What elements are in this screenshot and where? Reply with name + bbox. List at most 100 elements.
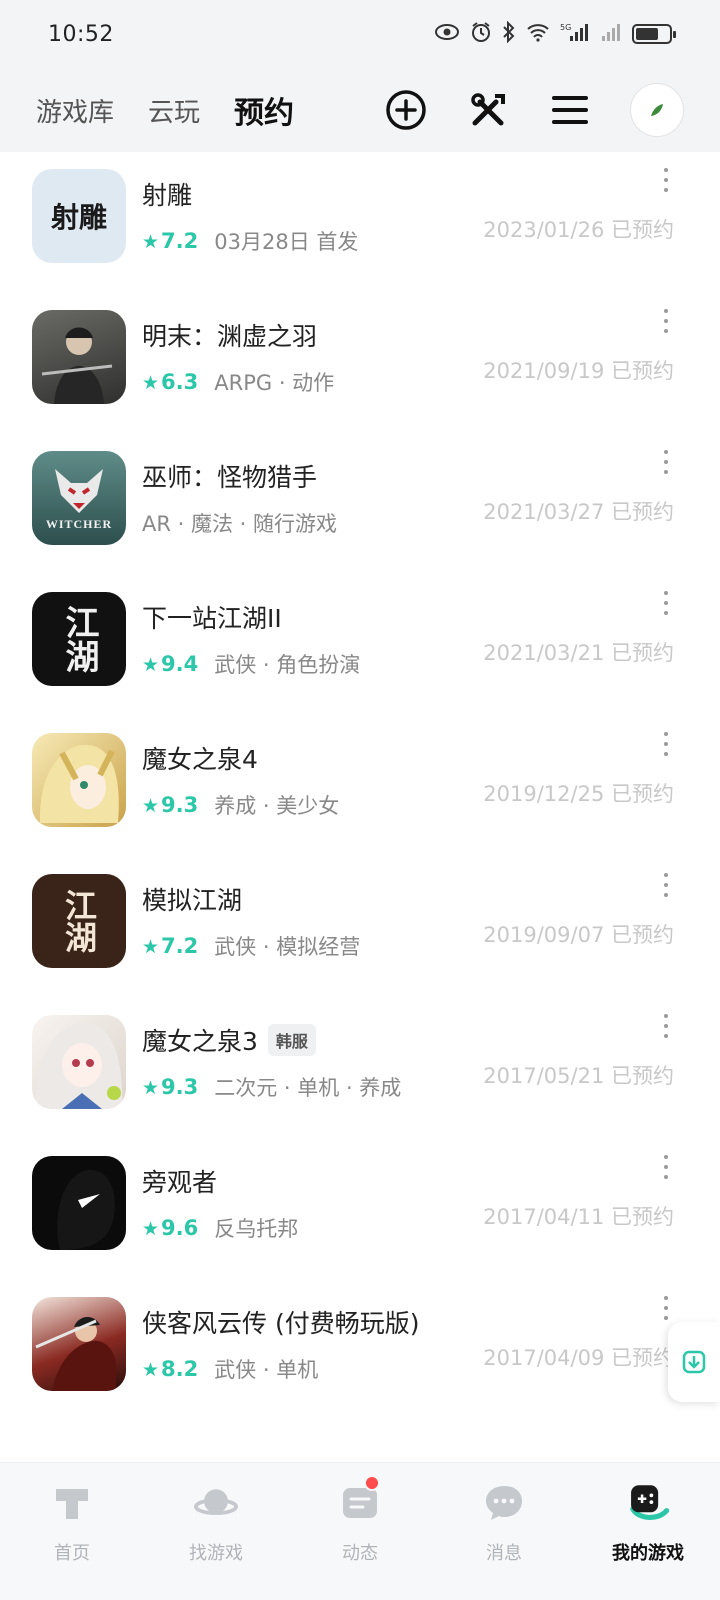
leaf-icon xyxy=(651,104,663,116)
status-icons: 5G xyxy=(434,20,676,47)
game-rating: ★7.2 xyxy=(142,229,198,253)
tab-reservations[interactable]: 预约 xyxy=(232,88,297,132)
list-item[interactable]: WITCHER 巫师：怪物猎手 AR · 魔法 · 随行游戏 2021/03/2… xyxy=(0,434,720,575)
nav-find-games-label: 找游戏 xyxy=(189,1543,243,1564)
more-options-button[interactable] xyxy=(656,450,676,474)
game-tags: AR · 魔法 · 随行游戏 xyxy=(142,512,338,536)
notification-dot xyxy=(364,1475,380,1491)
wifi-icon xyxy=(526,22,550,46)
tab-game-library-label: 游戏库 xyxy=(36,97,115,128)
game-tags: 反乌托邦 xyxy=(214,1217,299,1241)
more-options-button[interactable] xyxy=(656,1155,676,1179)
game-cover xyxy=(32,1156,126,1250)
add-circle-icon xyxy=(386,90,426,130)
game-title: 下一站江湖II xyxy=(142,604,282,633)
chat-icon xyxy=(482,1481,526,1525)
game-title: 巫师：怪物猎手 xyxy=(142,463,318,492)
rating-value: 7.2 xyxy=(161,229,199,253)
star-icon: ★ xyxy=(142,936,160,958)
anime-girl-art xyxy=(39,744,119,823)
cover-text: 射雕 xyxy=(50,201,107,234)
game-cover: WITCHER xyxy=(32,451,126,545)
list-item[interactable]: 江湖 下一站江湖II ★9.4 武侠 · 角色扮演 2021/03/21 已预约 xyxy=(0,575,720,716)
download-icon xyxy=(682,1350,706,1374)
game-rating: ★9.4 xyxy=(142,652,198,676)
reserve-date: 2019/12/25 已预约 xyxy=(483,782,674,806)
game-tags: ARPG · 动作 xyxy=(214,371,335,395)
rating-value: 9.4 xyxy=(161,652,199,676)
status-time: 10:52 xyxy=(48,21,114,47)
rating-value: 8.2 xyxy=(161,1357,199,1381)
more-options-button[interactable] xyxy=(656,1296,676,1320)
list-item[interactable]: 旁观者 ★9.6 反乌托邦 2017/04/11 已预约 xyxy=(0,1139,720,1280)
game-tags: 二次元 · 单机 · 养成 xyxy=(214,1076,402,1100)
tab-cloud-play[interactable]: 云玩 xyxy=(148,92,200,129)
bottom-nav: 首页 找游戏 动态 消息 我的游戏 xyxy=(0,1462,720,1600)
nav-find-games[interactable]: 找游戏 xyxy=(144,1463,288,1600)
bluetooth-icon xyxy=(502,20,516,47)
list-item[interactable]: 明末：渊虚之羽 ★6.3 ARPG · 动作 2021/09/19 已预约 xyxy=(0,293,720,434)
signal-2-icon xyxy=(600,21,622,47)
gamepad-icon xyxy=(626,1481,670,1525)
swordsman-art xyxy=(35,1316,116,1391)
tab-reservations-label: 预约 xyxy=(234,96,295,131)
game-title: 射雕 xyxy=(142,181,193,210)
list-item[interactable]: 射雕 射雕 ★7.2 03月28日 首发 2023/01/26 已预约 xyxy=(0,152,720,293)
list-item[interactable]: 魔女之泉3 韩服 ★9.3 二次元 · 单机 · 养成 2017/05/21 已预约 xyxy=(0,998,720,1139)
game-tags: 养成 · 美少女 xyxy=(214,794,340,818)
game-tags: 武侠 · 单机 xyxy=(214,1358,319,1382)
game-rating: ★9.3 xyxy=(142,793,198,817)
cover-text: WITCHER xyxy=(45,516,113,531)
silhouette-art xyxy=(32,1156,126,1250)
game-rating: ★7.2 xyxy=(142,934,198,958)
game-cover xyxy=(32,310,126,404)
nav-my-games[interactable]: 我的游戏 xyxy=(576,1463,720,1600)
menu-button[interactable] xyxy=(548,88,592,132)
planet-icon xyxy=(194,1481,238,1525)
reserve-date: 2017/04/11 已预约 xyxy=(483,1205,674,1229)
avatar[interactable] xyxy=(630,83,684,137)
nav-messages-label: 消息 xyxy=(486,1543,522,1564)
reserve-date: 2017/05/21 已预约 xyxy=(483,1064,674,1088)
more-options-button[interactable] xyxy=(656,1014,676,1038)
star-icon: ★ xyxy=(142,231,160,253)
signal-icon: 5G xyxy=(560,21,590,47)
nav-activity[interactable]: 动态 xyxy=(288,1463,432,1600)
more-options-button[interactable] xyxy=(656,309,676,333)
more-options-button[interactable] xyxy=(656,873,676,897)
nav-messages[interactable]: 消息 xyxy=(432,1463,576,1600)
cover-text: 江湖 xyxy=(59,605,99,673)
game-title: 魔女之泉3 xyxy=(142,1027,258,1056)
reserve-date: 2017/04/09 已预约 xyxy=(483,1346,674,1370)
eye-icon xyxy=(434,23,460,45)
list-item[interactable]: 魔女之泉4 ★9.3 养成 · 美少女 2019/12/25 已预约 xyxy=(0,716,720,857)
game-title: 明末：渊虚之羽 xyxy=(142,322,318,351)
star-icon: ★ xyxy=(142,654,160,676)
nav-home[interactable]: 首页 xyxy=(0,1463,144,1600)
reservation-list: 射雕 射雕 ★7.2 03月28日 首发 2023/01/26 已预约 明末：渊虚… xyxy=(0,152,720,1458)
list-item[interactable]: 江湖 模拟江湖 ★7.2 武侠 · 模拟经营 2019/09/07 已预约 xyxy=(0,857,720,998)
alarm-icon xyxy=(470,21,492,47)
more-options-button[interactable] xyxy=(656,591,676,615)
add-button[interactable] xyxy=(384,88,428,132)
list-item[interactable]: 侠客风云传 (付费畅玩版) ★8.2 武侠 · 单机 2017/04/09 已预约 xyxy=(0,1280,720,1421)
game-title: 侠客风云传 (付费畅玩版) xyxy=(142,1309,420,1338)
home-icon xyxy=(50,1481,94,1525)
nav-my-games-label: 我的游戏 xyxy=(612,1543,684,1564)
tab-game-library[interactable]: 游戏库 xyxy=(36,92,114,129)
game-title: 旁观者 xyxy=(142,1168,218,1197)
more-options-button[interactable] xyxy=(656,168,676,192)
game-cover: 江湖 xyxy=(32,874,126,968)
rating-value: 9.3 xyxy=(161,1075,199,1099)
top-header: 游戏库 云玩 预约 xyxy=(0,68,720,152)
tab-cloud-play-label: 云玩 xyxy=(148,97,201,128)
battery-icon xyxy=(632,24,676,44)
floating-download-tab[interactable] xyxy=(668,1322,720,1402)
star-icon: ★ xyxy=(142,795,160,817)
reserve-date: 2021/03/27 已预约 xyxy=(483,500,674,524)
tools-button[interactable] xyxy=(466,88,510,132)
rating-value: 9.3 xyxy=(161,793,199,817)
more-options-button[interactable] xyxy=(656,732,676,756)
game-cover: 江湖 xyxy=(32,592,126,686)
tools-icon xyxy=(471,93,505,126)
